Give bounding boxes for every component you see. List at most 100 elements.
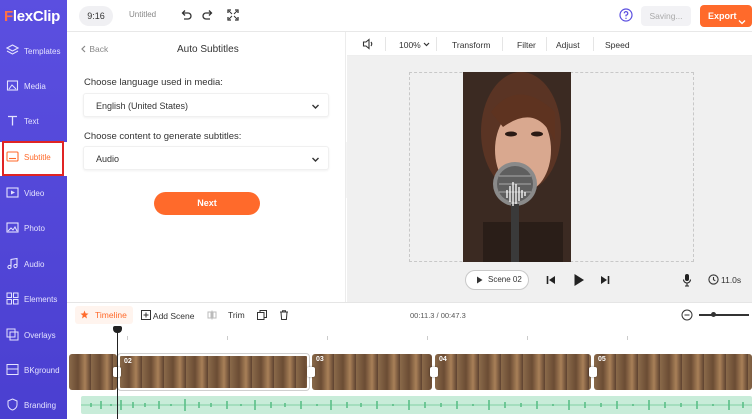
scene-clip[interactable] [69,354,117,390]
nav-item-overlays[interactable]: Overlays [0,320,67,354]
timeline-zoom [681,309,751,321]
ruler-tick [427,336,428,340]
chevron-down-icon [311,102,320,111]
add-scene-label: Add Scene [152,311,195,321]
zoom-slider-thumb[interactable] [711,312,716,317]
aspect-ratio-button[interactable]: 9:16 [79,6,113,26]
divider [502,37,503,51]
photo-icon [6,221,19,234]
delete-icon[interactable] [279,310,289,323]
divider [593,37,594,51]
text-icon [6,114,19,127]
transform-button[interactable]: Transform [452,40,490,50]
zoom-slider-track[interactable] [699,314,749,316]
audio-waveform [81,399,752,411]
fullscreen-icon[interactable] [226,8,240,22]
adjust-button[interactable]: Adjust [556,40,580,50]
scene-number: 02 [124,358,132,365]
ruler-tick [227,336,228,340]
playhead[interactable] [117,328,118,419]
nav-label: BKground [24,366,60,375]
timeline-label: Timeline [95,310,127,320]
chevron-left-icon [80,44,87,54]
elements-icon [6,292,19,305]
divider [385,37,386,51]
video-icon [6,186,19,199]
content-select[interactable]: Audio [83,146,329,170]
top-bar: 9:16 Untitled Saving... Export [67,0,752,32]
video-frame[interactable] [463,72,571,262]
transition-handle[interactable] [307,367,315,377]
redo-icon[interactable] [201,8,215,22]
scene-clip[interactable]: 05 [594,354,752,390]
nav-item-branding[interactable]: Branding [0,390,67,419]
timeline-toggle[interactable]: Timeline [75,306,133,324]
highlight-box [2,141,64,176]
nav-item-audio[interactable]: Audio [0,249,67,283]
timeline-time: 00:11.3 / 00:47.3 [410,311,466,320]
play-icon [477,276,483,284]
left-nav: FlexClip Templates Media Text Subtitle V… [0,0,67,419]
nav-item-video[interactable]: Video [0,178,67,212]
scene-selector[interactable]: Scene 02 [465,270,529,290]
next-button[interactable]: Next [154,192,260,215]
nav-item-elements[interactable]: Elements [0,284,67,318]
timeline-tracks: 02 03 04 05 [67,326,752,419]
logo-text: lexClip [12,8,60,25]
nav-label: Video [24,189,45,198]
play-icon[interactable] [573,273,585,290]
add-scene-button[interactable]: Add Scene [141,310,195,321]
trim-button[interactable]: Trim [228,310,245,320]
scene-label: Scene 02 [488,275,522,284]
nav-label: Audio [24,260,45,269]
zoom-level-select[interactable]: 100% [399,40,430,50]
nav-label: Branding [24,401,57,410]
nav-label: Photo [24,224,45,233]
add-icon [141,310,151,320]
nav-item-background[interactable]: BKground [0,355,67,389]
nav-item-photo[interactable]: Photo [0,213,67,247]
scene-number: 03 [316,356,324,363]
filter-button[interactable]: Filter [517,40,536,50]
speed-button[interactable]: Speed [605,40,630,50]
content-value: Audio [96,154,120,164]
divider [546,37,547,51]
audio-track[interactable] [81,396,752,414]
transition-handle[interactable] [430,367,438,377]
scene-duration: 11.0s [721,275,742,285]
nav-item-media[interactable]: Media [0,71,67,105]
layers-icon [5,44,20,57]
zoom-level: 100% [399,40,421,50]
split-icon[interactable] [207,310,217,323]
logo-letter: F [4,8,13,25]
help-icon[interactable] [619,8,633,22]
undo-icon[interactable] [179,8,193,22]
microphone-icon[interactable] [682,273,692,290]
audio-icon [6,257,19,270]
language-value: English (United States) [96,101,189,111]
scene-clip[interactable]: 03 [312,354,432,390]
ruler-tick [527,336,528,340]
back-button[interactable]: Back [80,44,108,54]
project-title[interactable]: Untitled [129,10,156,19]
zoom-out-icon[interactable] [681,309,693,324]
previous-scene-icon[interactable] [546,275,556,288]
scene-clip-selected[interactable]: 02 [117,353,310,391]
language-select[interactable]: English (United States) [83,93,329,117]
scene-clip[interactable]: 04 [435,354,591,390]
next-scene-icon[interactable] [600,275,610,288]
export-button[interactable]: Export [700,5,752,27]
branding-icon [6,398,19,411]
volume-icon[interactable] [362,38,374,52]
playback-controls: Scene 02 11.0s [347,266,752,294]
subtitle-panel: Back Auto Subtitles Choose language used… [67,32,346,302]
flexclip-logo[interactable]: FlexClip [4,8,64,26]
nav-item-templates[interactable]: Templates [0,36,67,70]
nav-label: Elements [24,295,58,304]
duplicate-icon[interactable] [257,310,267,323]
nav-label: Media [24,82,46,91]
export-label: Export [708,11,737,21]
transition-handle[interactable] [589,367,597,377]
nav-item-text[interactable]: Text [0,106,67,140]
media-icon [6,79,19,92]
